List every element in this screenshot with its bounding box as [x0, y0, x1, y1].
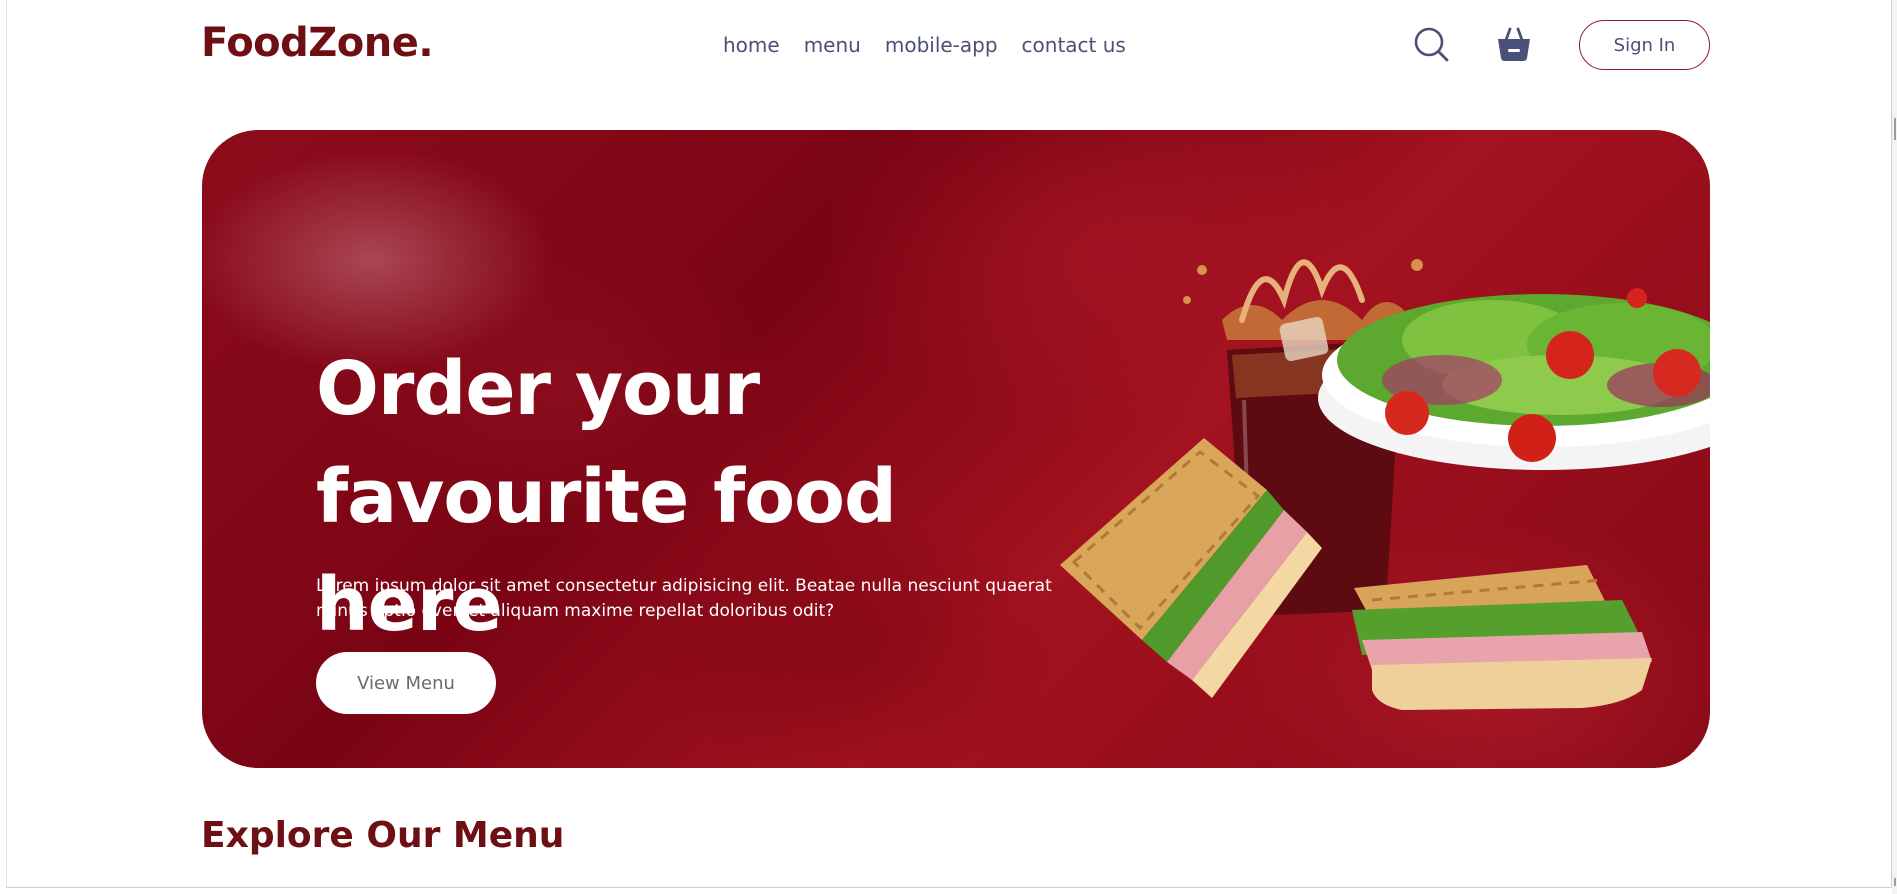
- basket-icon[interactable]: [1494, 24, 1534, 64]
- sign-in-button[interactable]: Sign In: [1579, 20, 1710, 70]
- hero-title-line-2: favourite food here: [316, 454, 897, 648]
- view-menu-button[interactable]: View Menu: [316, 652, 496, 714]
- brand-logo[interactable]: FoodZone.: [201, 20, 434, 66]
- hero-description: Lorem ipsum dolor sit amet consectetur a…: [316, 576, 1052, 621]
- hero-title-line-1: Order your: [316, 346, 760, 432]
- hero-banner: Order your favourite food here Lorem ips…: [202, 130, 1710, 768]
- scrollbar-thumb[interactable]: [1894, 118, 1896, 140]
- food-image: [1060, 259, 1710, 710]
- nav-item-contact-us[interactable]: contact us: [1022, 33, 1126, 57]
- page-frame: FoodZone. home menu mobile-app contact u…: [6, 0, 1892, 888]
- scrollbar-arrow[interactable]: [1894, 878, 1896, 886]
- explore-menu-heading: Explore Our Menu: [201, 815, 565, 856]
- main-nav: home menu mobile-app contact us: [723, 33, 1126, 57]
- search-icon[interactable]: [1413, 26, 1451, 64]
- nav-item-mobile-app[interactable]: mobile-app: [885, 33, 998, 57]
- nav-item-menu[interactable]: menu: [804, 33, 861, 57]
- nav-item-home[interactable]: home: [723, 33, 780, 57]
- scrollbar[interactable]: [1892, 0, 1897, 894]
